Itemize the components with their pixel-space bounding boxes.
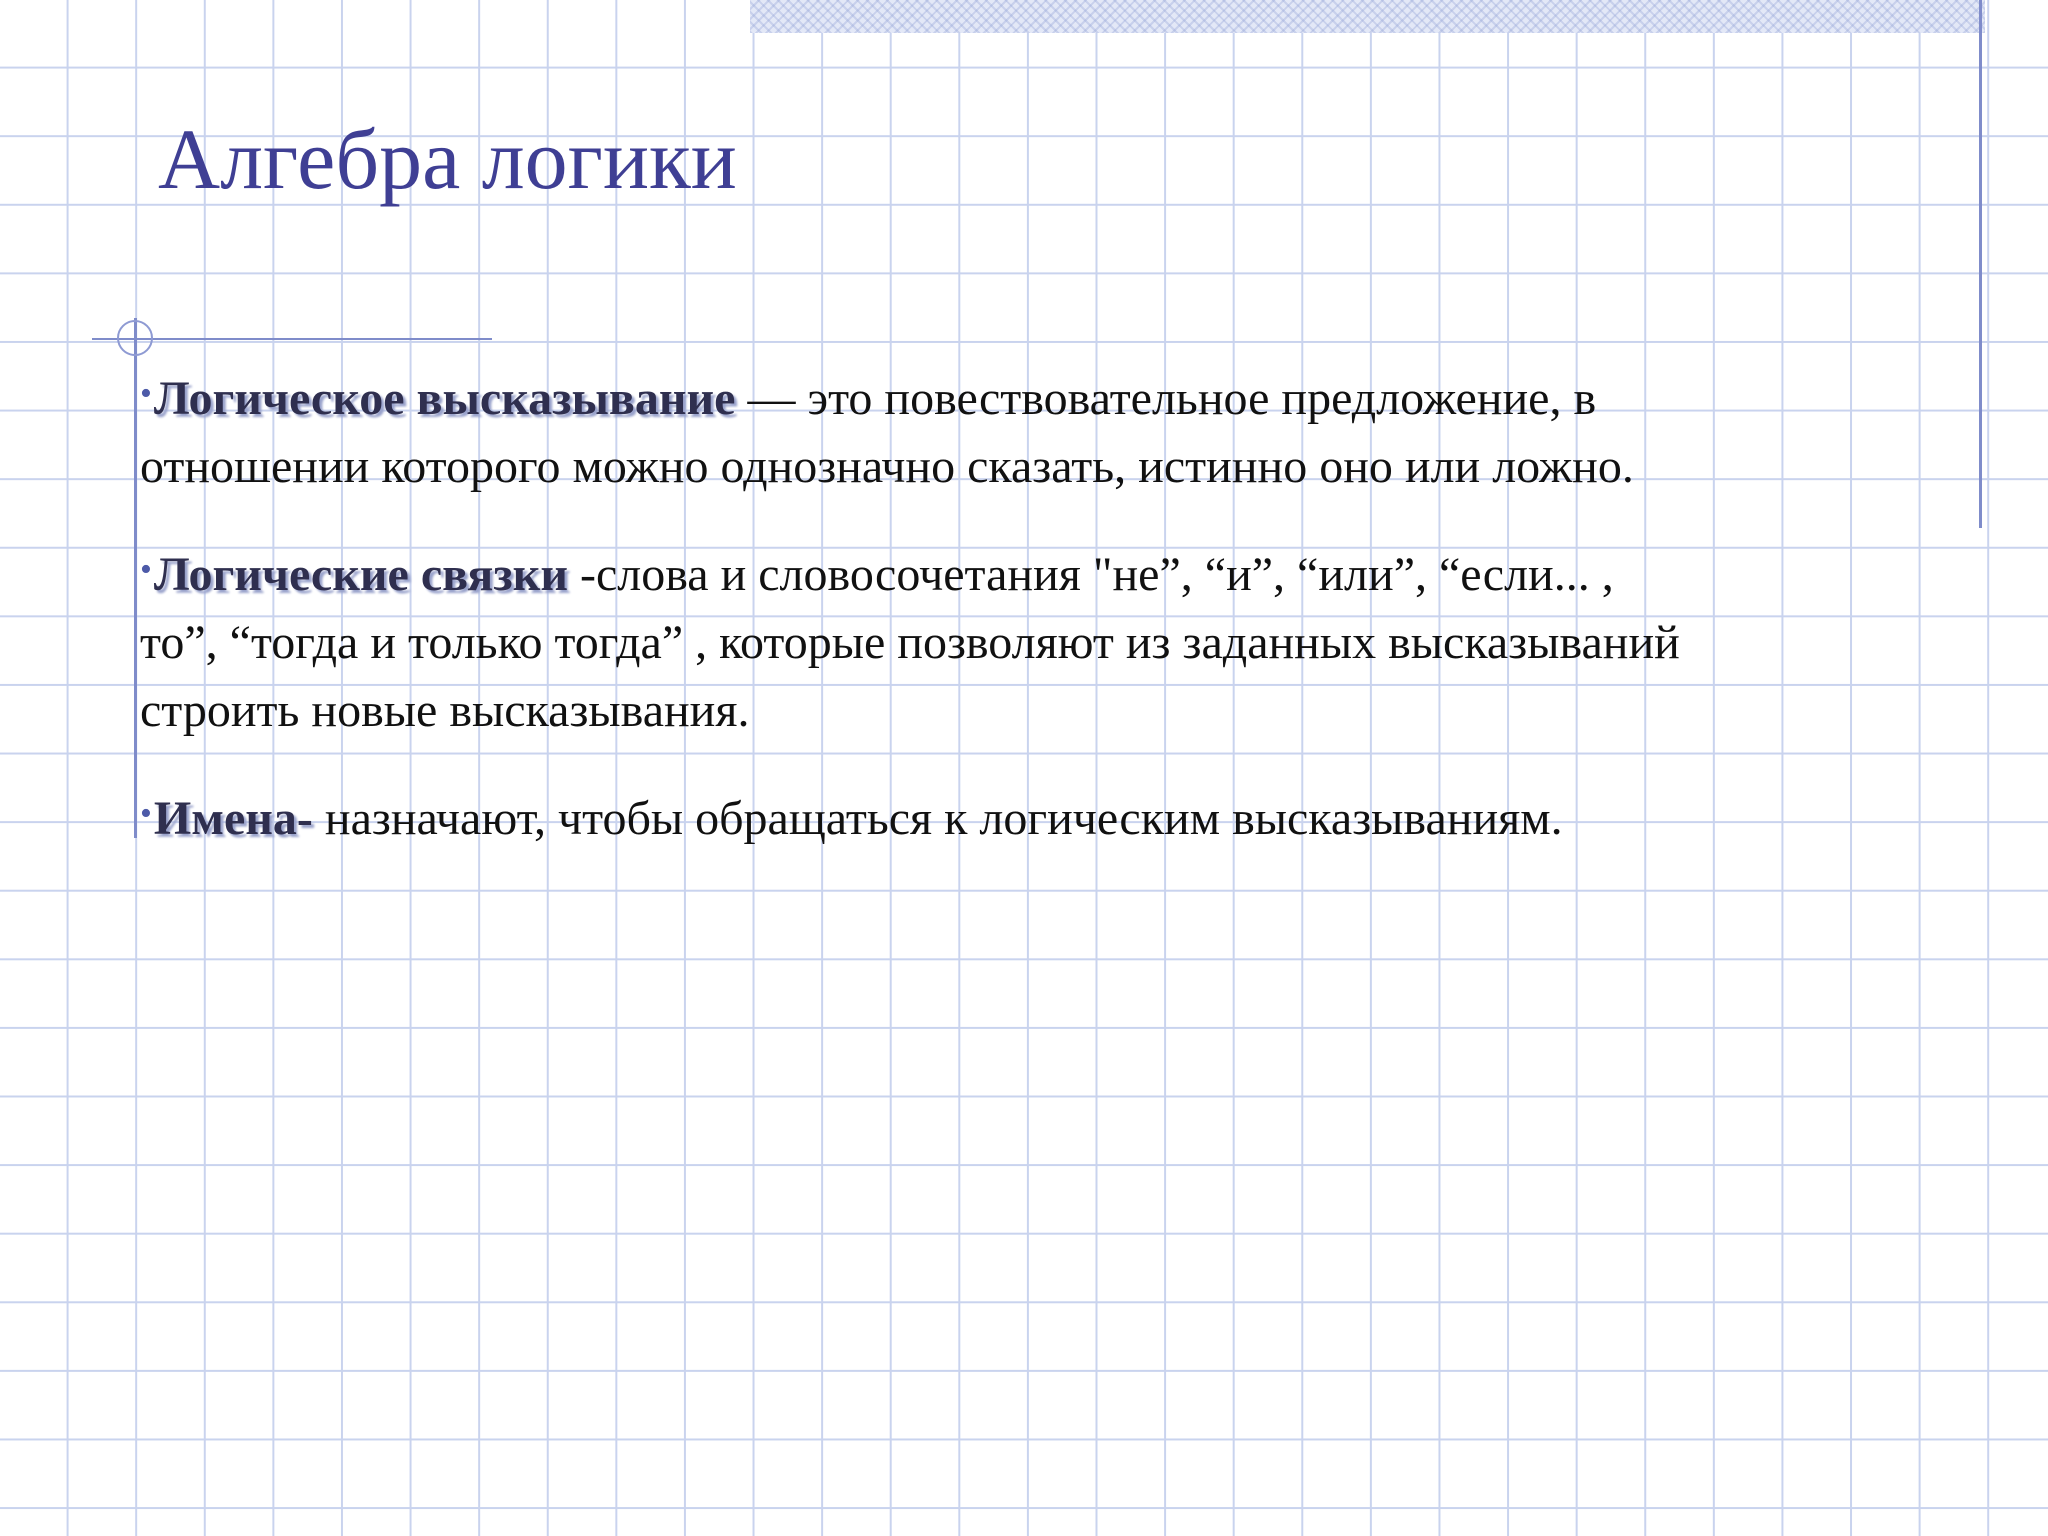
term-names: Имена- [153,792,313,845]
crosshair-circle-icon [117,320,153,356]
bullet-icon: • [140,551,152,588]
paragraph-names: •Имена- назначают, чтобы обращаться к ло… [140,780,1700,853]
bullet-icon: • [140,795,152,832]
slide-body: •Логическое высказывание — это повествов… [140,360,1700,888]
term-logical-statement: Логическое высказывание [153,372,736,425]
right-vertical-rule [1979,0,1982,528]
slide-title: Алгебра логики [158,111,737,207]
term-logical-connectives: Логические связки [153,548,568,601]
definition-names: назначают, чтобы обращаться к логическим… [312,792,1563,845]
slide: Алгебра логики •Логическое высказывание … [0,0,2048,1536]
paragraph-logical-statement: •Логическое высказывание — это повествов… [140,360,1700,501]
left-vertical-rule [134,318,137,838]
paragraph-logical-connectives: •Логические связки -слова и словосочетан… [140,536,1700,745]
bullet-icon: • [140,375,152,412]
top-pattern-band [750,0,1985,33]
